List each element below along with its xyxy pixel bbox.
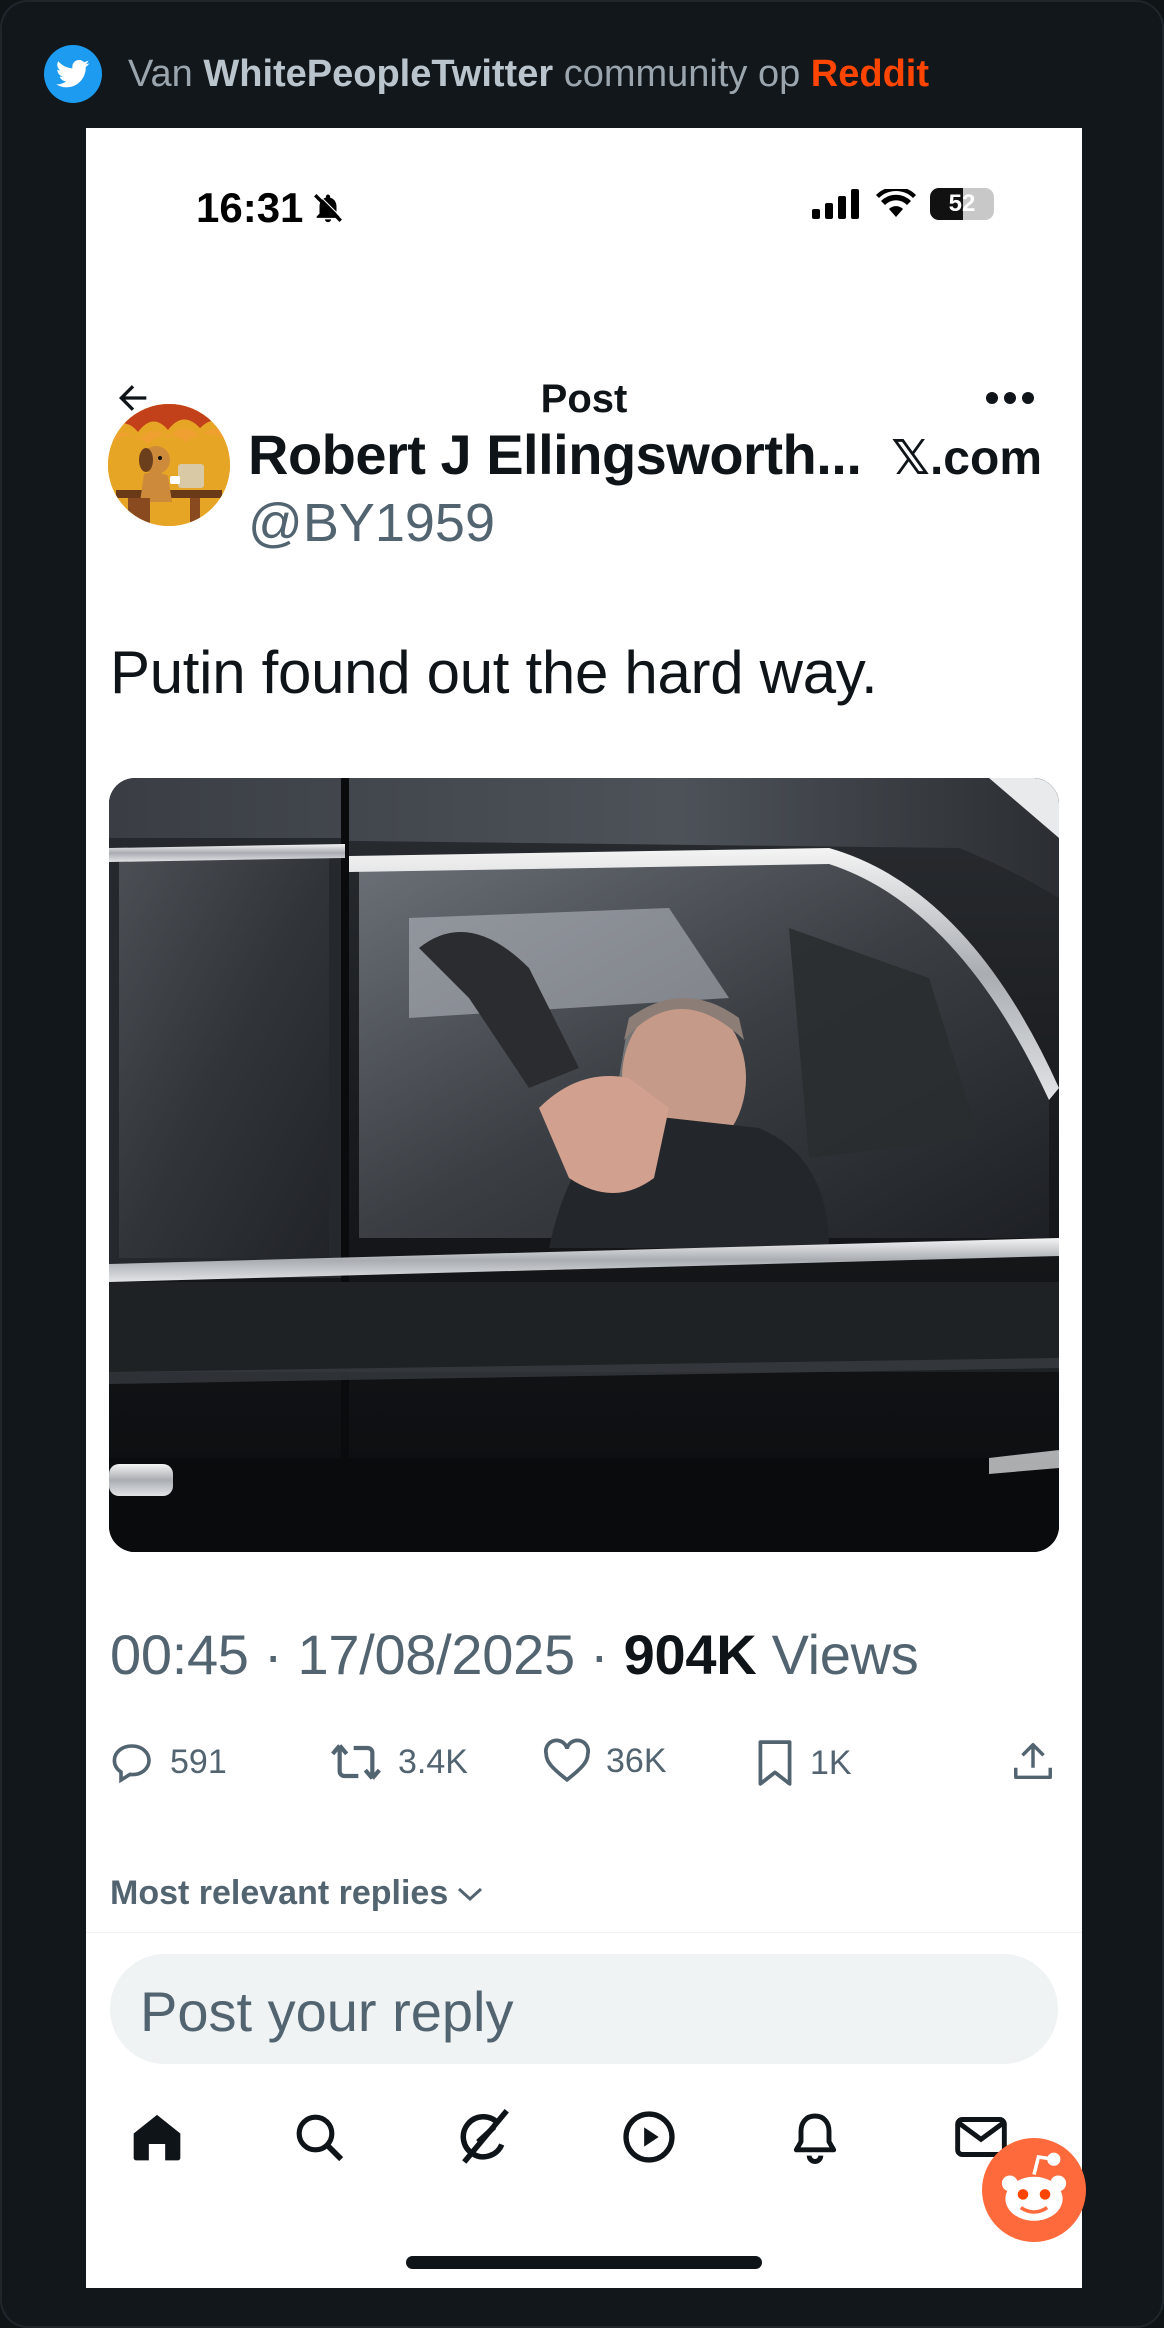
status-bar: 16:31 52 [86, 128, 1082, 258]
repost-button[interactable]: 3.4K [328, 1738, 468, 1786]
tab-search[interactable] [284, 2102, 354, 2172]
this-is-fine-dog-image [108, 404, 230, 526]
views-label: Views [756, 1623, 919, 1686]
heart-icon [543, 1738, 591, 1783]
snoo-face [1001, 2152, 1067, 2221]
reply-icon [112, 1744, 151, 1784]
reddit-snoo-icon[interactable] [982, 2138, 1086, 2242]
more-dots-icon [986, 392, 1034, 404]
tab-home[interactable] [122, 2102, 192, 2172]
tweet-text: Putin found out the hard way. [110, 639, 878, 706]
replies-sort-dropdown[interactable]: Most relevant replies [110, 1874, 484, 1913]
share-icon [1014, 1743, 1052, 1780]
source-prefix: Van [128, 52, 193, 95]
divider [86, 1932, 1082, 1933]
reply-button[interactable]: 591 [108, 1738, 227, 1786]
grok-icon [460, 2108, 509, 2164]
tab-grok[interactable] [448, 2102, 518, 2172]
play-circle-icon [623, 2111, 675, 2163]
bookmark-button[interactable]: 1K [754, 1738, 852, 1788]
bookmark-count: 1K [810, 1743, 852, 1782]
wifi-icon [876, 189, 916, 217]
share-button[interactable] [1010, 1738, 1056, 1786]
bell-icon [793, 2113, 837, 2164]
post-time: 00:45 [110, 1623, 249, 1686]
battery-icon: 52 [930, 188, 994, 220]
meta-separator: · [248, 1623, 298, 1686]
community-link[interactable]: WhitePeopleTwitter [203, 53, 553, 95]
battery-level: 52 [948, 190, 976, 217]
bottom-tab-bar [86, 2102, 1082, 2202]
action-bar: 591 3.4K 36K 1K [108, 1738, 1060, 1808]
phone-screen: 16:31 52 Post Robert J Ellingsworth... @… [86, 128, 1082, 2288]
repost-count: 3.4K [398, 1742, 468, 1781]
twitter-bird-icon [44, 45, 102, 103]
source-attribution: Van WhitePeopleTwitter community op Redd… [44, 44, 929, 104]
cellular-signal-icon [812, 189, 859, 219]
like-count: 36K [606, 1741, 667, 1780]
search-icon [296, 2114, 344, 2162]
tab-notifications[interactable] [780, 2102, 850, 2172]
repost-icon [331, 1744, 381, 1780]
home-indicator [406, 2256, 762, 2269]
author-name[interactable]: Robert J Ellingsworth... [248, 422, 862, 487]
reply-input[interactable]: Post your reply [110, 1954, 1058, 2064]
status-icons: 52 [812, 188, 994, 220]
reply-placeholder: Post your reply [140, 1980, 514, 2043]
avatar[interactable] [108, 404, 230, 526]
home-icon [133, 2114, 181, 2161]
reply-count: 591 [170, 1742, 227, 1781]
tab-video[interactable] [614, 2102, 684, 2172]
author-row: Robert J Ellingsworth... @BY1959 𝕏.com [108, 404, 1060, 553]
views-count[interactable]: 904K [624, 1623, 757, 1686]
bell-muted-icon [314, 192, 344, 223]
chevron-down-icon [458, 1887, 483, 1901]
post-date: 17/08/2025 [297, 1623, 576, 1686]
meta-separator: · [574, 1623, 624, 1686]
like-button[interactable]: 36K [542, 1738, 667, 1784]
replies-sort-label: Most relevant replies [110, 1874, 449, 1912]
bookmark-icon [758, 1740, 792, 1786]
post-meta: 00:45 · 17/08/2025 · 904K Views [110, 1622, 919, 1687]
source-middle: community op [563, 52, 801, 95]
car-window-photo [109, 778, 1059, 1552]
platform-link[interactable]: Reddit [811, 53, 929, 95]
screenshot-frame: Van WhitePeopleTwitter community op Redd… [0, 0, 1164, 2328]
x-com-label: 𝕏.com [891, 432, 1042, 485]
status-time: 16:31 [196, 184, 345, 232]
tweet-media-image[interactable] [109, 778, 1059, 1552]
clock-text: 16:31 [196, 184, 304, 231]
source-label: Van WhitePeopleTwitter community op Redd… [128, 53, 929, 96]
author-handle[interactable]: @BY1959 [248, 492, 495, 554]
